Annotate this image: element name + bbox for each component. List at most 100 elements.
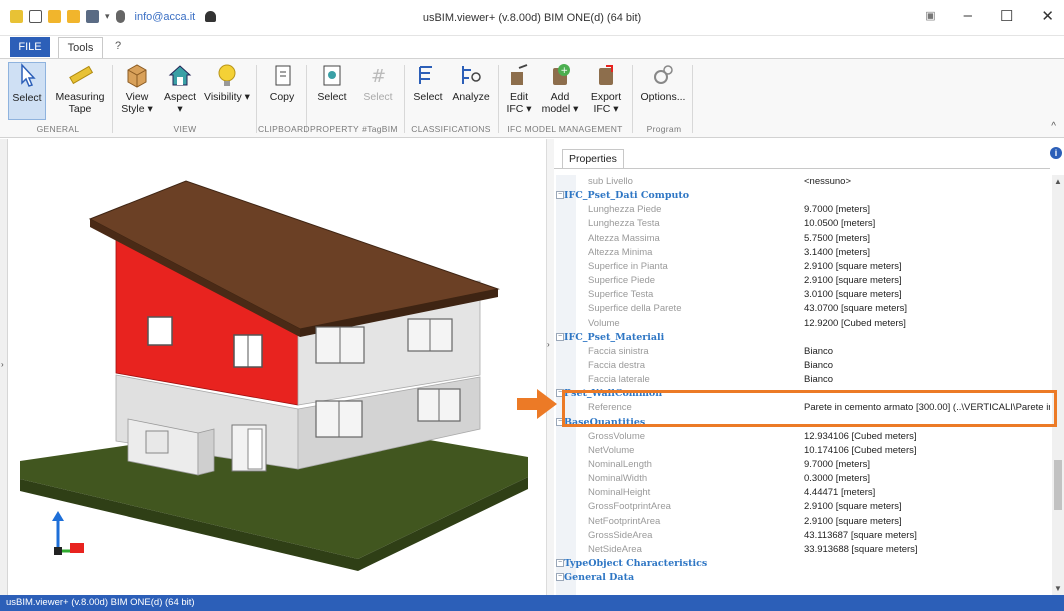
property-row[interactable]: Superfice Testa 3.0100 [square meters] — [556, 288, 1050, 301]
property-value[interactable]: 43.0700 [square meters] — [804, 302, 907, 315]
property-row[interactable]: NetSideArea 33.913688 [square meters] — [556, 543, 1050, 556]
property-value[interactable]: 2.9100 [square meters] — [804, 260, 902, 273]
property-row[interactable]: sub Livello <nessuno> — [556, 175, 1050, 188]
group-clipboard: CLIPBOARD — [258, 124, 310, 134]
category-label: TypeObject Characteristics — [564, 558, 708, 570]
close-button[interactable]: ✕ — [1041, 7, 1054, 25]
building-model[interactable] — [8, 139, 546, 595]
measuring-tape-button[interactable]: Measuring Tape — [52, 62, 108, 120]
property-value[interactable]: 12.934106 [Cubed meters] — [804, 430, 917, 443]
collapse-category-icon[interactable]: − — [556, 573, 564, 582]
property-row[interactable]: NominalWidth 0.3000 [meters] — [556, 472, 1050, 485]
analyze-button[interactable]: Analyze — [450, 62, 492, 120]
3d-viewport[interactable] — [8, 139, 546, 595]
ribbon-separator — [632, 65, 633, 133]
property-row[interactable]: Superfice in Pianta 2.9100 [square meters… — [556, 260, 1050, 273]
select-button[interactable]: Select — [8, 62, 46, 120]
copy-button[interactable]: Copy — [262, 62, 302, 120]
property-value[interactable]: Bianco — [804, 359, 833, 372]
property-row[interactable]: Faccia destra Bianco — [556, 359, 1050, 372]
gear-icon — [654, 65, 673, 84]
property-key: Superfice in Pianta — [588, 260, 668, 272]
property-value[interactable]: 2.9100 [square meters] — [804, 500, 902, 513]
cube-icon — [127, 64, 147, 88]
property-row[interactable]: NominalHeight 4.44471 [meters] — [556, 486, 1050, 499]
ribbon-display-icon[interactable]: ▣ — [925, 9, 935, 25]
properties-grid: sub Livello <nessuno> − IFC_Pset_Dati Compu… — [556, 175, 1050, 595]
tab-file[interactable]: FILE — [10, 37, 50, 57]
aspect-button[interactable]: Aspect ▾ — [160, 62, 200, 120]
property-value[interactable]: Bianco — [804, 373, 833, 386]
collapse-ribbon-button[interactable]: ^ — [1051, 121, 1056, 132]
add-model-button[interactable]: + Add model ▾ — [540, 62, 580, 120]
property-value[interactable]: 2.9100 [square meters] — [804, 515, 902, 528]
panel-splitter[interactable] — [546, 139, 554, 595]
property-value[interactable]: <nessuno> — [804, 175, 851, 188]
group-tagbim: #TagBIM — [362, 124, 398, 134]
property-value[interactable]: 33.913688 [square meters] — [804, 543, 918, 556]
property-row[interactable]: GrossSideArea 43.113687 [square meters] — [556, 529, 1050, 542]
property-category[interactable]: − General Data — [556, 571, 1050, 584]
scroll-down-icon[interactable]: ▼ — [1054, 584, 1062, 593]
group-property: PROPERTY — [310, 124, 360, 134]
property-row[interactable]: Superfice della Parete 43.0700 [square me… — [556, 302, 1050, 315]
edit-ifc-button[interactable]: Edit IFC ▾ — [504, 62, 534, 120]
property-row[interactable]: NetFootprintArea 2.9100 [square meters] — [556, 515, 1050, 528]
property-category[interactable]: − IFC_Pset_Materiali — [556, 331, 1050, 344]
tab-help[interactable]: ? — [115, 40, 121, 52]
property-row[interactable]: Faccia sinistra Bianco — [556, 345, 1050, 358]
property-value[interactable]: 2.9100 [square meters] — [804, 274, 902, 287]
maximize-button[interactable]: ☐ — [1000, 7, 1013, 25]
property-row[interactable]: NetVolume 10.174106 [Cubed meters] — [556, 444, 1050, 457]
visibility-button[interactable]: Visibility ▾ — [204, 62, 250, 120]
property-value[interactable]: Bianco — [804, 345, 833, 358]
classification-select-button[interactable]: Select — [410, 62, 446, 120]
property-value[interactable]: 9.7000 [meters] — [804, 458, 870, 471]
property-value[interactable]: 3.1400 [meters] — [804, 246, 870, 259]
property-value[interactable]: 9.7000 [meters] — [804, 203, 870, 216]
property-value[interactable]: 43.113687 [square meters] — [804, 529, 917, 542]
title-bar: ▾ info@acca.it usBIM.viewer+ (v.8.00d) B… — [0, 0, 1064, 36]
collapse-category-icon[interactable]: − — [556, 559, 564, 568]
ribbon-separator — [404, 65, 405, 133]
expand-left-panel-icon[interactable]: › — [1, 360, 4, 369]
view-style-button[interactable]: View Style ▾ — [118, 62, 156, 120]
property-row[interactable]: Superfice Piede 2.9100 [square meters] — [556, 274, 1050, 287]
minimize-button[interactable]: – — [964, 7, 972, 25]
property-row[interactable]: Faccia laterale Bianco — [556, 373, 1050, 386]
property-row[interactable]: Altezza Minima 3.1400 [meters] — [556, 246, 1050, 259]
property-value[interactable]: 0.3000 [meters] — [804, 472, 870, 485]
export-ifc-button[interactable]: Export IFC ▾ — [586, 62, 626, 120]
property-value[interactable]: 4.44471 [meters] — [804, 486, 875, 499]
properties-tab-divider — [554, 168, 1050, 169]
property-row[interactable]: Lunghezza Testa 10.0500 [meters] — [556, 217, 1050, 230]
properties-scrollbar[interactable]: ▲ ▼ — [1052, 175, 1064, 595]
analyze-icon — [462, 66, 481, 84]
group-general: GENERAL — [36, 124, 80, 134]
tab-tools[interactable]: Tools — [58, 37, 103, 59]
property-key: NetVolume — [588, 444, 635, 456]
tab-properties[interactable]: Properties — [562, 149, 624, 169]
property-row[interactable]: Lunghezza Piede 9.7000 [meters] — [556, 203, 1050, 216]
property-row[interactable]: NominalLength 9.7000 [meters] — [556, 458, 1050, 471]
scroll-thumb[interactable] — [1054, 460, 1062, 510]
property-row[interactable]: GrossFootprintArea 2.9100 [square meters] — [556, 500, 1050, 513]
property-row[interactable]: Altezza Massima 5.7500 [meters] — [556, 232, 1050, 245]
collapse-panel-icon[interactable]: › — [547, 340, 550, 349]
property-value[interactable]: 5.7500 [meters] — [804, 232, 870, 245]
property-row[interactable]: Volume 12.9200 [Cubed meters] — [556, 317, 1050, 330]
property-value[interactable]: 12.9200 [Cubed meters] — [804, 317, 906, 330]
options-button[interactable]: Options... — [638, 62, 688, 120]
axis-gizmo[interactable] — [52, 511, 84, 555]
property-value[interactable]: 10.174106 [Cubed meters] — [804, 444, 917, 457]
property-value[interactable]: 10.0500 [meters] — [804, 217, 875, 230]
property-row[interactable]: GrossVolume 12.934106 [Cubed meters] — [556, 430, 1050, 443]
info-icon[interactable]: i — [1050, 147, 1062, 159]
collapse-category-icon[interactable]: − — [556, 191, 564, 200]
scroll-up-icon[interactable]: ▲ — [1054, 177, 1062, 186]
property-category[interactable]: − TypeObject Characteristics — [556, 557, 1050, 570]
property-category[interactable]: − IFC_Pset_Dati Computo — [556, 189, 1050, 202]
property-select-button[interactable]: Select — [312, 62, 352, 120]
property-value[interactable]: 3.0100 [square meters] — [804, 288, 902, 301]
collapse-category-icon[interactable]: − — [556, 332, 564, 341]
